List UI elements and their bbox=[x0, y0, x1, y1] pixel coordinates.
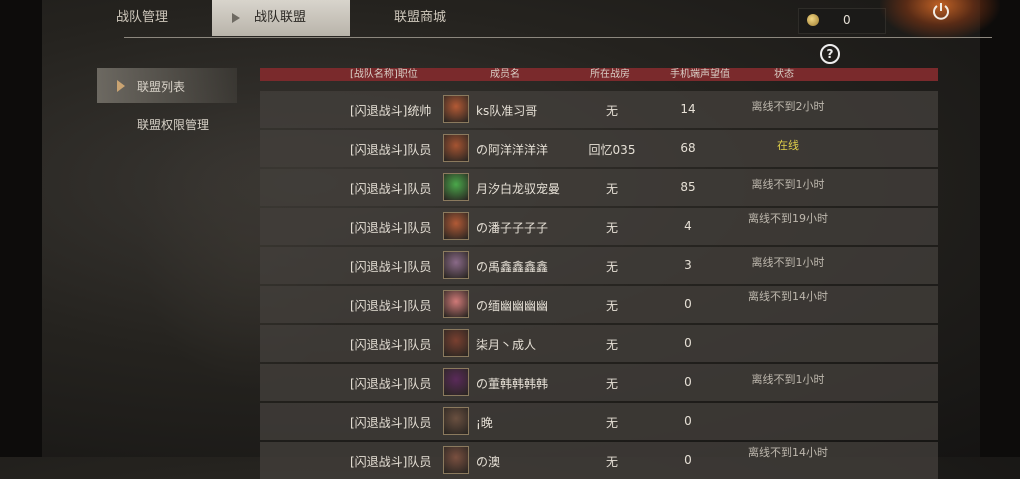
member-position: [闪退战斗]统帅 bbox=[350, 104, 432, 118]
member-prestige-value: 85 bbox=[680, 180, 696, 194]
member-room-label: 无 bbox=[605, 416, 619, 430]
member-room-label: 无 bbox=[605, 104, 619, 118]
member-prestige-value: 14 bbox=[680, 102, 696, 116]
member-position: [闪退战斗]队员 bbox=[350, 338, 432, 352]
member-room-label: 无 bbox=[605, 182, 619, 196]
member-name: の阿洋洋洋洋 bbox=[476, 143, 549, 157]
member-room-label: 无 bbox=[605, 299, 619, 313]
header-position: [战队名称]职位 bbox=[350, 69, 418, 80]
member-name: 月汐白龙驭宠曼 bbox=[476, 182, 561, 196]
member-prestige-value: 3 bbox=[684, 258, 692, 272]
avatar bbox=[443, 251, 469, 279]
member-position: [闪退战斗]队员 bbox=[350, 455, 432, 469]
table-row[interactable]: [闪退战斗]统帅 ks队准习哥 无 14 离线不到2小时 bbox=[260, 91, 938, 128]
table-row[interactable]: [闪退战斗]队员 の董韩韩韩韩 无 0 离线不到1小时 bbox=[260, 364, 938, 401]
help-icon[interactable]: ? bbox=[820, 44, 840, 64]
member-status: 离线不到19小时 bbox=[748, 212, 828, 225]
member-name: の缅幽幽幽幽 bbox=[476, 299, 549, 313]
menu-alliance-list[interactable]: 联盟列表 bbox=[97, 68, 237, 103]
header-status: 状态 bbox=[774, 69, 794, 80]
menu-alliance-permissions-label: 联盟权限管理 bbox=[137, 118, 210, 132]
member-name: 柒月丶成人 bbox=[476, 338, 537, 352]
avatar bbox=[443, 407, 469, 435]
left-shade bbox=[0, 0, 42, 457]
member-prestige-value: 0 bbox=[684, 453, 692, 467]
member-room-label: 无 bbox=[605, 221, 619, 235]
member-position: [闪退战斗]队员 bbox=[350, 221, 432, 235]
table-row[interactable]: [闪退战斗]队员 月汐白龙驭宠曼 无 85 离线不到1小时 bbox=[260, 169, 938, 206]
table-row[interactable]: [闪退战斗]队员 の潘子子子子 无 4 离线不到19小时 bbox=[260, 208, 938, 245]
currency-display: 0 bbox=[798, 8, 886, 34]
member-status: 离线不到14小时 bbox=[748, 290, 828, 303]
header-member: 成员名 bbox=[490, 69, 520, 80]
member-position: [闪退战斗]队员 bbox=[350, 143, 432, 157]
top-tabs: 战队管理 战队联盟 联盟商城 bbox=[94, 0, 470, 36]
coin-value: 0 bbox=[843, 13, 851, 27]
header-region: 所在战房 bbox=[590, 69, 630, 80]
table-row[interactable]: [闪退战斗]队员 柒月丶成人 无 0 bbox=[260, 325, 938, 362]
avatar bbox=[443, 134, 469, 162]
member-prestige-value: 0 bbox=[684, 414, 692, 428]
member-prestige-value: 0 bbox=[684, 375, 692, 389]
menu-alliance-permissions[interactable]: 联盟权限管理 bbox=[97, 106, 237, 141]
member-room-label: 回忆035 bbox=[588, 143, 636, 157]
menu-alliance-list-label: 联盟列表 bbox=[137, 80, 186, 94]
tab-divider bbox=[124, 37, 992, 38]
member-position: [闪退战斗]队员 bbox=[350, 416, 432, 430]
member-status: 离线不到1小时 bbox=[751, 373, 825, 386]
member-name: の董韩韩韩韩 bbox=[476, 377, 549, 391]
avatar bbox=[443, 329, 469, 357]
table-row[interactable]: [闪退战斗]队员 ¡晚 无 0 bbox=[260, 403, 938, 440]
member-room-label: 无 bbox=[605, 377, 619, 391]
table-row[interactable]: [闪退战斗]队员 の缅幽幽幽幽 无 0 离线不到14小时 bbox=[260, 286, 938, 323]
member-status: 离线不到1小时 bbox=[751, 256, 825, 269]
member-status: 离线不到2小时 bbox=[751, 100, 825, 113]
avatar bbox=[443, 95, 469, 123]
right-shade bbox=[980, 0, 1020, 457]
member-position: [闪退战斗]队员 bbox=[350, 377, 432, 391]
tab-alliance-shop[interactable]: 联盟商城 bbox=[350, 0, 470, 36]
member-name: の澳 bbox=[476, 455, 501, 469]
member-name: ks队准习哥 bbox=[476, 104, 538, 118]
member-name: ¡晚 bbox=[476, 416, 493, 430]
member-name: の潘子子子子 bbox=[476, 221, 549, 235]
table-header: [战队名称]职位 成员名 所在战房 手机端声望值 状态 bbox=[260, 68, 938, 81]
member-prestige-value: 0 bbox=[684, 297, 692, 311]
avatar bbox=[443, 446, 469, 474]
tab-team-alliance[interactable]: 战队联盟 bbox=[212, 0, 350, 36]
power-icon[interactable] bbox=[931, 1, 951, 21]
member-prestige-value: 0 bbox=[684, 336, 692, 350]
avatar bbox=[443, 290, 469, 318]
member-prestige-value: 4 bbox=[684, 219, 692, 233]
member-position: [闪退战斗]队员 bbox=[350, 260, 432, 274]
tab-arrow-icon bbox=[232, 13, 240, 23]
member-room-label: 无 bbox=[605, 260, 619, 274]
tab-team-management[interactable]: 战队管理 bbox=[94, 0, 212, 36]
menu-arrow-icon bbox=[117, 80, 125, 92]
table-row[interactable]: [闪退战斗]队员 の阿洋洋洋洋 回忆035 68 在线 bbox=[260, 130, 938, 167]
tab-team-alliance-label: 战队联盟 bbox=[254, 10, 307, 25]
member-room-label: 无 bbox=[605, 455, 619, 469]
member-status: 离线不到14小时 bbox=[748, 446, 828, 459]
avatar bbox=[443, 173, 469, 201]
member-position: [闪退战斗]队员 bbox=[350, 182, 432, 196]
member-prestige-value: 68 bbox=[680, 141, 696, 155]
member-room-label: 无 bbox=[605, 338, 619, 352]
member-name: の禹鑫鑫鑫鑫 bbox=[476, 260, 549, 274]
member-position: [闪退战斗]队员 bbox=[350, 299, 432, 313]
avatar bbox=[443, 212, 469, 240]
table-row[interactable]: [闪退战斗]队员 の澳 无 0 离线不到14小时 bbox=[260, 442, 938, 479]
table-row[interactable]: [闪退战斗]队员 の禹鑫鑫鑫鑫 无 3 离线不到1小时 bbox=[260, 247, 938, 284]
avatar bbox=[443, 368, 469, 396]
member-status: 在线 bbox=[777, 139, 799, 152]
coin-icon bbox=[807, 14, 819, 26]
member-status: 离线不到1小时 bbox=[751, 178, 825, 191]
header-prestige: 手机端声望值 bbox=[670, 69, 730, 80]
